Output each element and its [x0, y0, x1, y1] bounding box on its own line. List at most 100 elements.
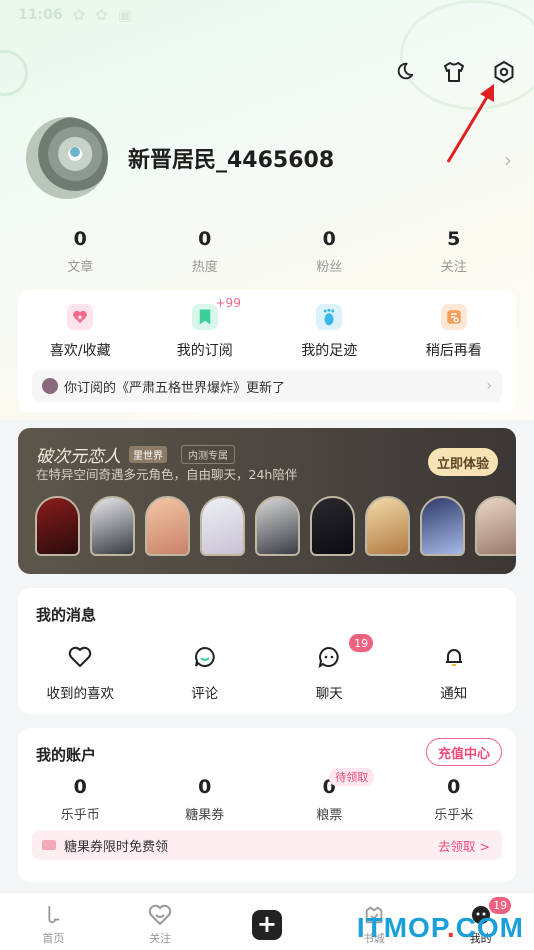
character-portrait[interactable] — [90, 496, 135, 556]
character-portraits — [35, 496, 516, 556]
quick-actions-card: 喜欢/收藏 +99 我的订阅 我的足迹 稍后再看 你订阅的《严肃五格世界爆炸》更… — [18, 290, 516, 412]
comment-icon — [192, 644, 218, 670]
nav-create[interactable]: + — [214, 893, 321, 950]
nav-label: 首页 — [42, 932, 65, 945]
moon-icon[interactable] — [390, 58, 418, 86]
bookmark-icon — [191, 304, 218, 330]
plus-icon: + — [251, 910, 282, 940]
stat-value: 0 — [322, 228, 336, 250]
banner-subtitle: 在特异空间奇遇多元角色，自由聊天，24h陪伴 — [36, 467, 298, 482]
coupon-promo-bar[interactable]: 糖果券限时免费领 去领取 > — [32, 830, 502, 860]
character-portrait[interactable] — [200, 496, 245, 556]
lehu-coin[interactable]: 0 乐乎币 — [18, 776, 143, 823]
character-portrait[interactable] — [255, 496, 300, 556]
likes-favorites-button[interactable]: 喜欢/收藏 — [18, 304, 143, 360]
account-label: 乐乎币 — [60, 808, 100, 823]
quick-action-label: 喜欢/收藏 — [49, 343, 111, 359]
subscription-count-badge: +99 — [215, 296, 241, 310]
profile-header[interactable]: 新晋居民_4465608 › — [26, 117, 516, 199]
stat-value: 5 — [447, 228, 461, 250]
flower-icon: ✿ — [95, 6, 108, 24]
lehu-rice[interactable]: 0 乐乎米 — [392, 776, 517, 823]
watermark: ITMOP.COM — [357, 912, 524, 944]
username: 新晋居民_4465608 — [128, 148, 335, 173]
read-later-button[interactable]: 稍后再看 — [392, 304, 517, 360]
account-label: 乐乎米 — [434, 808, 474, 823]
character-portrait[interactable] — [35, 496, 80, 556]
banner-beta-badge: 内测专属 — [181, 445, 235, 464]
account-title: 我的账户 — [36, 746, 97, 764]
character-portrait[interactable] — [475, 496, 516, 556]
status-bar: 11:06 ✿ ✿ ▣ — [0, 0, 534, 30]
character-portrait[interactable] — [365, 496, 410, 556]
candy-coupon[interactable]: 0 糖果券 — [143, 776, 268, 823]
account-label: 粮票 — [316, 808, 343, 823]
try-now-button[interactable]: 立即体验 — [428, 448, 498, 476]
footprints-button[interactable]: 我的足迹 — [267, 304, 392, 360]
character-portrait[interactable] — [420, 496, 465, 556]
bell-icon — [441, 644, 467, 670]
subscription-update-notice[interactable]: 你订阅的《严肃五格世界爆炸》更新了 › — [32, 370, 502, 402]
footprint-icon — [316, 304, 343, 330]
account-value: 0 — [198, 776, 212, 798]
quick-action-label: 稍后再看 — [425, 343, 482, 359]
chat-button[interactable]: 19 聊天 — [267, 634, 392, 702]
messages-title: 我的消息 — [36, 606, 97, 624]
character-portrait[interactable] — [145, 496, 190, 556]
stat-label: 粉丝 — [316, 260, 343, 275]
claim-link[interactable]: 去领取 > — [438, 836, 490, 855]
stat-following[interactable]: 5 关注 — [392, 228, 517, 275]
watermark-suffix: COM — [455, 912, 524, 943]
account-label: 糖果券 — [185, 808, 225, 823]
heart-outline-icon — [67, 644, 93, 670]
recharge-center-button[interactable]: 充值中心 — [426, 738, 502, 766]
chat-icon — [316, 644, 342, 670]
heart-star-icon — [67, 304, 94, 330]
nav-following[interactable]: 关注 — [107, 893, 214, 950]
message-label: 聊天 — [315, 686, 343, 702]
follow-heart-icon — [147, 902, 173, 928]
tshirt-status-icon: ▣ — [117, 6, 132, 24]
my-account-card: 我的账户 充值中心 0 乐乎币 0 糖果券 待领取 0 粮票 0 乐乎米 糖果券… — [18, 728, 516, 882]
account-value: 0 — [447, 776, 461, 798]
profile-stats: 0 文章 0 热度 0 粉丝 5 关注 — [18, 228, 516, 275]
nav-label: 关注 — [149, 932, 172, 945]
coupon-icon — [42, 840, 56, 850]
received-likes-button[interactable]: 收到的喜欢 — [18, 644, 143, 702]
message-label: 收到的喜欢 — [46, 686, 115, 702]
status-time: 11:06 — [18, 7, 63, 23]
notice-avatar — [42, 378, 58, 394]
stat-value: 0 — [73, 228, 87, 250]
read-later-icon — [440, 304, 467, 330]
promo-text: 糖果券限时免费领 — [64, 839, 169, 855]
stat-heat[interactable]: 0 热度 — [143, 228, 268, 275]
home-icon — [40, 902, 66, 928]
stat-articles[interactable]: 0 文章 — [18, 228, 143, 275]
account-value: 0 — [73, 776, 87, 798]
stat-label: 热度 — [191, 260, 218, 275]
nav-home[interactable]: 首页 — [0, 893, 107, 950]
message-label: 评论 — [191, 686, 219, 702]
subscriptions-button[interactable]: +99 我的订阅 — [143, 296, 268, 360]
stat-label: 关注 — [440, 260, 467, 275]
food-ticket[interactable]: 待领取 0 粮票 — [267, 768, 392, 823]
quick-action-label: 我的足迹 — [301, 343, 358, 359]
chevron-right-icon: › — [486, 378, 492, 394]
stat-fans[interactable]: 0 粉丝 — [267, 228, 392, 275]
character-portrait[interactable] — [310, 496, 355, 556]
dimension-lover-banner[interactable]: 破次元恋人 里世界 内测专属 在特异空间奇遇多元角色，自由聊天，24h陪伴 立即… — [18, 428, 516, 574]
notifications-button[interactable]: 通知 — [392, 644, 517, 702]
my-messages-card: 我的消息 收到的喜欢 评论 19 聊天 通知 — [18, 588, 516, 714]
flower-icon: ✿ — [72, 6, 86, 24]
comments-button[interactable]: 评论 — [143, 644, 268, 702]
avatar[interactable] — [26, 117, 108, 199]
notice-text: 你订阅的《严肃五格世界爆炸》更新了 — [64, 380, 286, 396]
stat-value: 0 — [198, 228, 212, 250]
pending-claim-badge: 待领取 — [329, 768, 375, 786]
watermark-text: ITMOP — [356, 912, 447, 943]
stat-label: 文章 — [67, 260, 94, 275]
message-label: 通知 — [440, 686, 468, 702]
quick-action-label: 我的订阅 — [176, 343, 233, 359]
banner-tag: 里世界 — [129, 446, 167, 463]
chat-unread-badge: 19 — [349, 634, 374, 652]
